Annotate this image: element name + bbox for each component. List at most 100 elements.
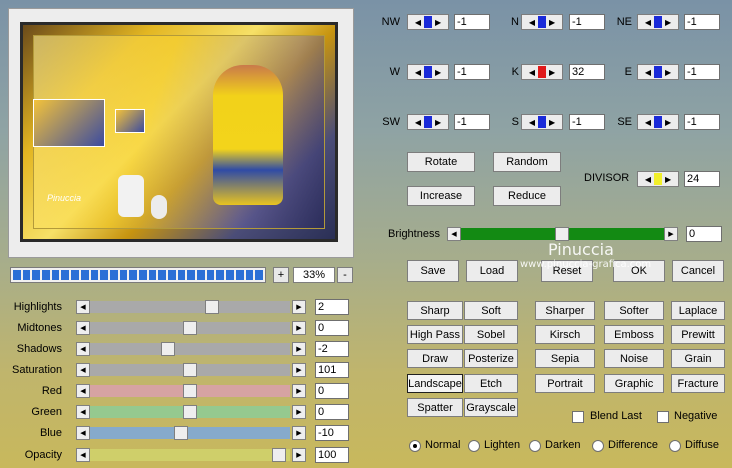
mode-lighten-radio[interactable] xyxy=(468,440,480,452)
arrow-right-icon[interactable]: ▶ xyxy=(435,68,441,77)
matrix-n-value[interactable]: -1 xyxy=(569,14,605,30)
matrix-nw-value[interactable]: -1 xyxy=(454,14,490,30)
preset-emboss-button[interactable]: Emboss xyxy=(604,325,664,344)
red-increase-arrow[interactable]: ▶ xyxy=(292,384,306,398)
preset-soft-button[interactable]: Soft xyxy=(464,301,518,320)
matrix-w-value[interactable]: -1 xyxy=(454,64,490,80)
arrow-right-icon[interactable]: ▶ xyxy=(665,175,671,184)
zoom-out-button[interactable]: - xyxy=(337,267,353,283)
arrow-left-icon[interactable]: ◀ xyxy=(415,68,421,77)
midtones-value[interactable]: 0 xyxy=(315,320,349,336)
shadows-slider-track[interactable] xyxy=(90,343,290,355)
preset-prewitt-button[interactable]: Prewitt xyxy=(671,325,725,344)
arrow-left-icon[interactable]: ◀ xyxy=(645,118,651,127)
blue-value[interactable]: -10 xyxy=(315,425,349,441)
highlights-slider-thumb[interactable] xyxy=(205,300,219,314)
arrow-right-icon[interactable]: ▶ xyxy=(549,118,555,127)
arrow-right-icon[interactable]: ▶ xyxy=(665,68,671,77)
opacity-slider-track[interactable] xyxy=(90,449,290,461)
preset-grayscale-button[interactable]: Grayscale xyxy=(464,398,518,417)
highlights-slider-track[interactable] xyxy=(90,301,290,313)
increase-button[interactable]: Increase xyxy=(407,186,475,206)
saturation-slider-thumb[interactable] xyxy=(183,363,197,377)
green-value[interactable]: 0 xyxy=(315,404,349,420)
saturation-increase-arrow[interactable]: ▶ xyxy=(292,363,306,377)
divisor-spinner[interactable]: ◀ ▶ xyxy=(637,171,679,187)
blend-last-checkbox[interactable] xyxy=(572,411,584,423)
green-decrease-arrow[interactable]: ◀ xyxy=(76,405,90,419)
matrix-e-spinner[interactable]: ◀ ▶ xyxy=(637,64,679,80)
brightness-thumb[interactable] xyxy=(555,227,569,241)
shadows-slider-thumb[interactable] xyxy=(161,342,175,356)
preset-noise-button[interactable]: Noise xyxy=(604,349,664,368)
arrow-left-icon[interactable]: ◀ xyxy=(645,18,651,27)
arrow-right-icon[interactable]: ▶ xyxy=(549,18,555,27)
preset-fracture-button[interactable]: Fracture xyxy=(671,374,725,393)
blue-slider-thumb[interactable] xyxy=(174,426,188,440)
arrow-left-icon[interactable]: ◀ xyxy=(645,175,651,184)
opacity-decrease-arrow[interactable]: ◀ xyxy=(76,448,90,462)
preset-sharp-button[interactable]: Sharp xyxy=(407,301,463,320)
green-increase-arrow[interactable]: ▶ xyxy=(292,405,306,419)
blue-increase-arrow[interactable]: ▶ xyxy=(292,426,306,440)
shadows-decrease-arrow[interactable]: ◀ xyxy=(76,342,90,356)
midtones-decrease-arrow[interactable]: ◀ xyxy=(76,321,90,335)
green-slider-thumb[interactable] xyxy=(183,405,197,419)
matrix-s-spinner[interactable]: ◀ ▶ xyxy=(521,114,563,130)
arrow-right-icon[interactable]: ▶ xyxy=(665,118,671,127)
preset-draw-button[interactable]: Draw xyxy=(407,349,463,368)
preset-laplace-button[interactable]: Laplace xyxy=(671,301,725,320)
matrix-k-value[interactable]: 32 xyxy=(569,64,605,80)
brightness-increase-arrow[interactable]: ▶ xyxy=(664,227,678,241)
matrix-ne-spinner[interactable]: ◀ ▶ xyxy=(637,14,679,30)
preset-high-pass-button[interactable]: High Pass xyxy=(407,325,463,344)
cancel-button[interactable]: Cancel xyxy=(672,260,724,282)
arrow-right-icon[interactable]: ▶ xyxy=(435,18,441,27)
matrix-n-spinner[interactable]: ◀ ▶ xyxy=(521,14,563,30)
arrow-left-icon[interactable]: ◀ xyxy=(415,18,421,27)
blue-slider-track[interactable] xyxy=(90,427,290,439)
midtones-slider-thumb[interactable] xyxy=(183,321,197,335)
red-decrease-arrow[interactable]: ◀ xyxy=(76,384,90,398)
red-value[interactable]: 0 xyxy=(315,383,349,399)
mode-diffuse-radio[interactable] xyxy=(669,440,681,452)
negative-checkbox[interactable] xyxy=(657,411,669,423)
arrow-left-icon[interactable]: ◀ xyxy=(645,68,651,77)
matrix-nw-spinner[interactable]: ◀ ▶ xyxy=(407,14,449,30)
preset-etch-button[interactable]: Etch xyxy=(464,374,518,393)
save-button[interactable]: Save xyxy=(407,260,459,282)
arrow-right-icon[interactable]: ▶ xyxy=(435,118,441,127)
preset-graphic-button[interactable]: Graphic xyxy=(604,374,664,393)
arrow-right-icon[interactable]: ▶ xyxy=(665,18,671,27)
matrix-s-value[interactable]: -1 xyxy=(569,114,605,130)
preset-softer-button[interactable]: Softer xyxy=(604,301,664,320)
preset-sepia-button[interactable]: Sepia xyxy=(535,349,595,368)
matrix-w-spinner[interactable]: ◀ ▶ xyxy=(407,64,449,80)
saturation-value[interactable]: 101 xyxy=(315,362,349,378)
saturation-decrease-arrow[interactable]: ◀ xyxy=(76,363,90,377)
preset-grain-button[interactable]: Grain xyxy=(671,349,725,368)
preset-posterize-button[interactable]: Posterize xyxy=(464,349,518,368)
matrix-sw-spinner[interactable]: ◀ ▶ xyxy=(407,114,449,130)
shadows-value[interactable]: -2 xyxy=(315,341,349,357)
matrix-se-value[interactable]: -1 xyxy=(684,114,720,130)
divisor-value[interactable]: 24 xyxy=(684,171,720,187)
shadows-increase-arrow[interactable]: ▶ xyxy=(292,342,306,356)
matrix-e-value[interactable]: -1 xyxy=(684,64,720,80)
mode-normal-radio[interactable] xyxy=(409,440,421,452)
brightness-value[interactable]: 0 xyxy=(686,226,722,242)
brightness-decrease-arrow[interactable]: ◀ xyxy=(447,227,461,241)
mode-difference-radio[interactable] xyxy=(592,440,604,452)
red-slider-thumb[interactable] xyxy=(183,384,197,398)
arrow-right-icon[interactable]: ▶ xyxy=(549,68,555,77)
load-button[interactable]: Load xyxy=(466,260,518,282)
reduce-button[interactable]: Reduce xyxy=(493,186,561,206)
matrix-sw-value[interactable]: -1 xyxy=(454,114,490,130)
highlights-decrease-arrow[interactable]: ◀ xyxy=(76,300,90,314)
rotate-button[interactable]: Rotate xyxy=(407,152,475,172)
preset-portrait-button[interactable]: Portrait xyxy=(535,374,595,393)
arrow-left-icon[interactable]: ◀ xyxy=(529,118,535,127)
arrow-left-icon[interactable]: ◀ xyxy=(529,68,535,77)
opacity-value[interactable]: 100 xyxy=(315,447,349,463)
midtones-increase-arrow[interactable]: ▶ xyxy=(292,321,306,335)
